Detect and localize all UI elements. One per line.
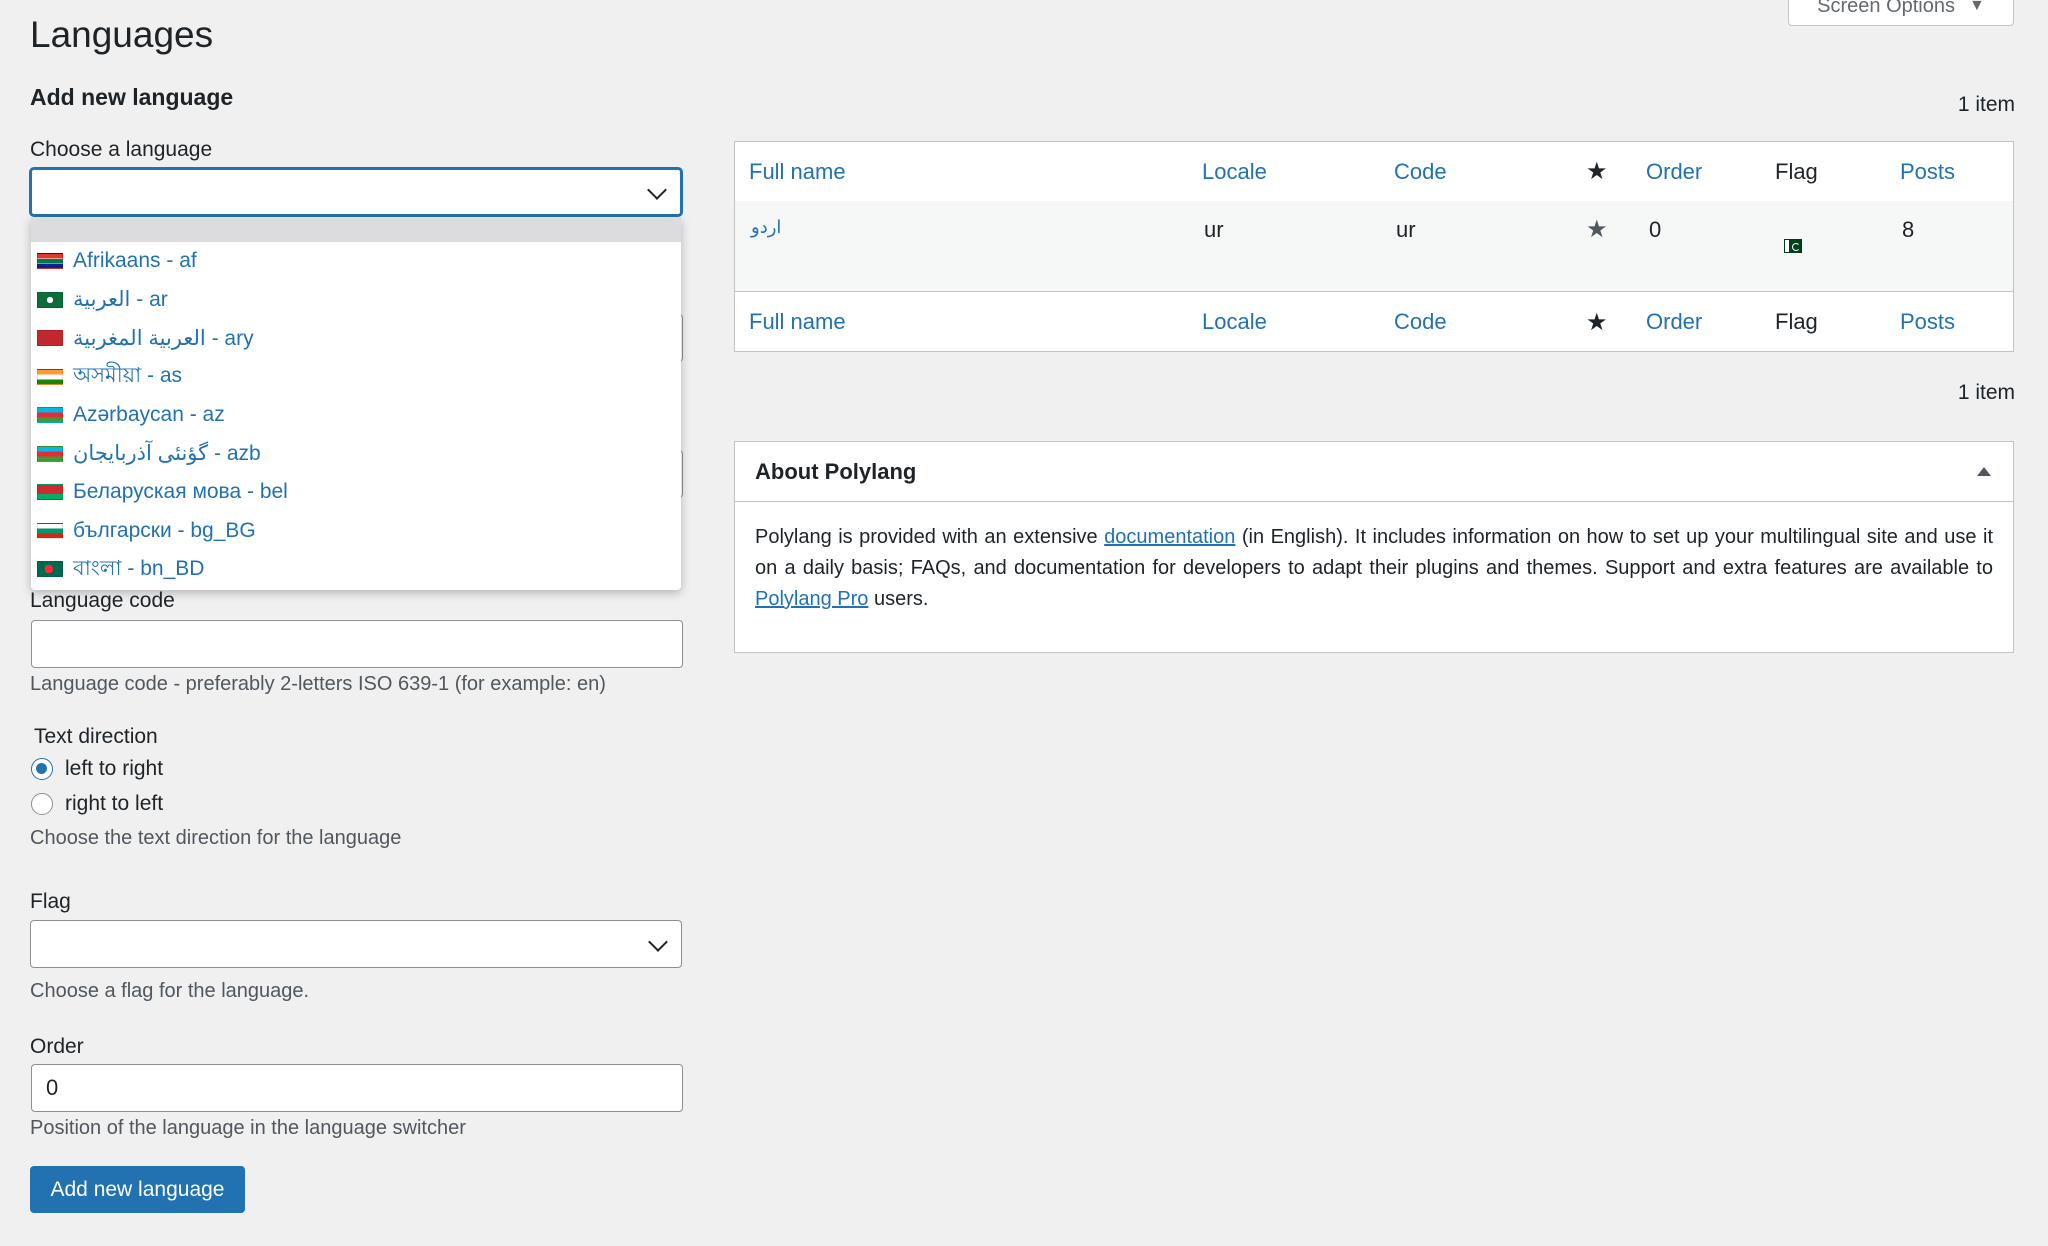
dropdown-option[interactable]: Afrikaans - af (31, 242, 681, 281)
azerbaijan-flag-icon (37, 407, 63, 424)
row-full-name[interactable]: اردو (751, 217, 781, 238)
column-order[interactable]: Order (1646, 159, 1702, 185)
morocco-flag-icon (37, 330, 63, 347)
items-count-bottom: 1 item (1957, 381, 2015, 404)
column-flag: Flag (1775, 158, 1818, 184)
choose-language-label: Choose a language (30, 138, 213, 161)
dropdown-option[interactable]: العربية المغربية - ary (31, 319, 681, 358)
column-full-name[interactable]: Full name (749, 159, 846, 185)
order-description: Position of the language in the language… (30, 1117, 466, 1139)
about-polylang-text: Polylang is provided with an extensive d… (735, 502, 2013, 635)
caret-down-icon: ▼ (1969, 0, 1985, 14)
text-direction-label: Text direction (34, 725, 158, 748)
south-africa-flag-icon (37, 253, 63, 270)
about-text-part: users. (868, 588, 929, 610)
table-row: اردو ur ur ★ 0 8 (735, 201, 2013, 291)
language-code-description: Language code - preferably 2-letters ISO… (30, 673, 606, 695)
dropdown-option[interactable]: Azərbaycan - az (31, 396, 681, 435)
dropdown-option[interactable]: گؤنئی آذربایجان - azb (31, 435, 681, 474)
default-star-icon: ★ (1586, 158, 1608, 185)
add-new-language-button[interactable]: Add new language (30, 1166, 245, 1213)
dropdown-option-label: گؤنئی آذربایجان - azb (73, 442, 261, 466)
flag-select[interactable] (30, 920, 682, 968)
collapse-arrow-icon[interactable] (1977, 467, 1991, 476)
direction-ltr-option[interactable]: left to right (31, 757, 163, 781)
polylang-pro-link[interactable]: Polylang Pro (755, 588, 868, 610)
arab-league-flag-icon (37, 291, 63, 308)
dropdown-empty-option[interactable] (31, 218, 681, 242)
screen-options-label: Screen Options (1817, 0, 1955, 17)
row-posts[interactable]: 8 (1902, 217, 1914, 243)
about-polylang-box: About Polylang Polylang is provided with… (734, 441, 2014, 653)
pakistan-flag-icon (1784, 239, 1802, 253)
dropdown-option-label: Беларуская мова - bel (73, 480, 288, 504)
flag-label: Flag (30, 890, 71, 913)
azerbaijan-flag-icon (37, 445, 63, 462)
about-text-part: Polylang is provided with an extensive (755, 526, 1105, 548)
dropdown-option-label: български - bg_BG (73, 518, 256, 542)
about-polylang-title: About Polylang (755, 458, 917, 484)
india-flag-icon (37, 368, 63, 385)
column-full-name[interactable]: Full name (749, 309, 846, 335)
add-language-heading: Add new language (30, 84, 234, 110)
direction-rtl-label: right to left (65, 792, 164, 815)
dropdown-option[interactable]: Беларуская мова - bel (31, 473, 681, 512)
radio-ltr[interactable] (31, 758, 53, 780)
chevron-down-icon (647, 180, 667, 200)
column-flag: Flag (1775, 309, 1818, 334)
items-count-top: 1 item (1957, 93, 2015, 116)
dropdown-option-label: Azərbaycan - az (73, 403, 225, 427)
dropdown-option[interactable]: български - bg_BG (31, 512, 681, 551)
row-locale: ur (1204, 217, 1224, 242)
chevron-down-icon (648, 932, 668, 952)
language-dropdown-list[interactable]: Afrikaans - af العربية - ar العربية المغ… (31, 218, 681, 590)
dropdown-option[interactable]: অসমীয়া - as (31, 358, 681, 397)
column-order[interactable]: Order (1646, 309, 1702, 335)
table-footer-row: Full name Locale Code ★ Order Flag Posts (735, 291, 2013, 352)
screen-options-button[interactable]: Screen Options ▼ (1788, 0, 2014, 26)
table-header-row: Full name Locale Code ★ Order Flag Posts (735, 142, 2013, 202)
text-direction-description: Choose the text direction for the langua… (30, 827, 402, 849)
bulgaria-flag-icon (37, 522, 63, 539)
column-code[interactable]: Code (1394, 309, 1447, 335)
language-code-input[interactable] (31, 620, 683, 668)
row-order: 0 (1649, 217, 1662, 242)
column-code[interactable]: Code (1394, 159, 1447, 185)
language-select[interactable] (30, 168, 682, 216)
about-polylang-header[interactable]: About Polylang (735, 442, 2013, 502)
default-star-icon: ★ (1586, 308, 1608, 336)
languages-table: Full name Locale Code ★ Order Flag Posts… (734, 141, 2014, 352)
flag-description: Choose a flag for the language. (30, 980, 310, 1002)
documentation-link[interactable]: documentation (1104, 526, 1235, 548)
column-locale[interactable]: Locale (1202, 159, 1267, 185)
dropdown-option-label: অসমীয়া - as (73, 364, 183, 388)
dropdown-option[interactable]: العربية - ar (31, 281, 681, 320)
dropdown-option-label: العربية - ar (73, 288, 168, 312)
dropdown-option-label: বাংলা - bn_BD (73, 556, 205, 580)
radio-rtl[interactable] (31, 793, 53, 815)
bangladesh-flag-icon (37, 561, 63, 578)
column-posts[interactable]: Posts (1900, 309, 1955, 335)
default-language-star-icon[interactable]: ★ (1586, 215, 1608, 244)
language-code-label: Language code (30, 589, 175, 612)
direction-ltr-label: left to right (65, 757, 164, 780)
order-input[interactable]: 0 (31, 1064, 683, 1112)
dropdown-option[interactable]: বাংলা - bn_BD (31, 550, 681, 589)
dropdown-option-label: العربية المغربية - ary (73, 326, 254, 350)
page-title: Languages (30, 14, 214, 55)
direction-rtl-option[interactable]: right to left (31, 792, 163, 816)
belarus-flag-icon (37, 484, 63, 501)
column-locale[interactable]: Locale (1202, 309, 1267, 335)
column-posts[interactable]: Posts (1900, 159, 1955, 185)
dropdown-option-label: Afrikaans - af (73, 249, 197, 273)
order-label: Order (30, 1035, 84, 1058)
row-code: ur (1396, 217, 1416, 242)
